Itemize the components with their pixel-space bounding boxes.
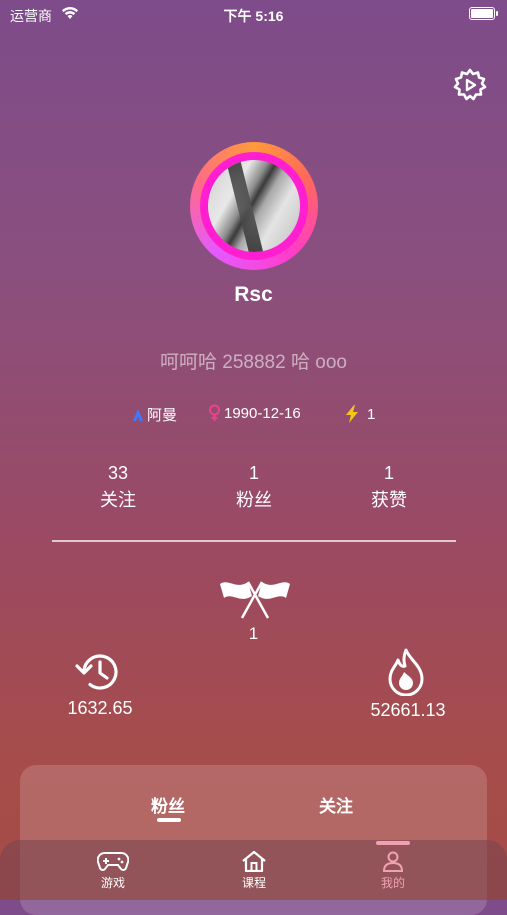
- birthday-info: 1990-12-16: [208, 404, 301, 422]
- following-label: 关注: [100, 490, 136, 510]
- flags-count: 1: [248, 624, 259, 643]
- tabbar-label-mine: 我的: [380, 876, 405, 890]
- username: Rsc: [234, 283, 273, 306]
- followers-count: 1: [248, 463, 259, 483]
- location-text: 阿曼: [147, 407, 178, 424]
- crossed-flags-icon: [220, 581, 290, 619]
- level-info: 1: [344, 404, 375, 424]
- tabbar-item-games[interactable]: 游戏: [73, 850, 153, 891]
- divider: [52, 540, 456, 542]
- avatar-frame: [200, 152, 308, 260]
- female-icon: [209, 404, 220, 421]
- likes-count: 1: [383, 463, 394, 483]
- battery-icon: [469, 7, 498, 20]
- settings-gear-icon[interactable]: [453, 68, 487, 102]
- active-tabbar-indicator: [376, 841, 410, 845]
- fire-icon: [388, 648, 424, 696]
- location-info: 阿曼: [132, 404, 177, 425]
- fire-value: 52661.13: [370, 700, 446, 720]
- avatar-image: [208, 160, 300, 252]
- status-bar: 运营商 下午 5:16: [0, 0, 507, 30]
- likes-label: 获赞: [371, 490, 407, 510]
- tab-followers[interactable]: 粉丝: [151, 792, 185, 817]
- gamepad-icon: [97, 852, 129, 871]
- avatar[interactable]: [190, 142, 318, 270]
- followers-stat[interactable]: 1 粉丝: [204, 463, 304, 512]
- following-count: 33: [107, 463, 129, 483]
- history-value: 1632.65: [67, 698, 133, 718]
- followers-label: 粉丝: [236, 490, 272, 510]
- user-bio: 呵呵哈 258882 哈 ooo: [160, 352, 347, 373]
- following-stat[interactable]: 33 关注: [68, 463, 168, 512]
- user-icon: [382, 851, 404, 872]
- home-icon: [242, 850, 266, 872]
- lightning-icon: [346, 405, 358, 423]
- tabbar-label-courses: 课程: [241, 876, 266, 890]
- tabbar-label-games: 游戏: [100, 876, 125, 890]
- location-triangle-icon: [133, 408, 143, 421]
- tabbar-item-courses[interactable]: 课程: [214, 850, 294, 891]
- tabbar-item-mine[interactable]: 我的: [353, 850, 433, 891]
- status-time: 下午 5:16: [223, 8, 284, 24]
- history-clock-icon: [75, 654, 118, 690]
- active-tab-indicator: [157, 818, 181, 822]
- likes-stat[interactable]: 1 获赞: [339, 463, 439, 512]
- birthday-text: 1990-12-16: [224, 404, 301, 422]
- tab-following[interactable]: 关注: [319, 792, 353, 817]
- level-text: 1: [367, 405, 376, 423]
